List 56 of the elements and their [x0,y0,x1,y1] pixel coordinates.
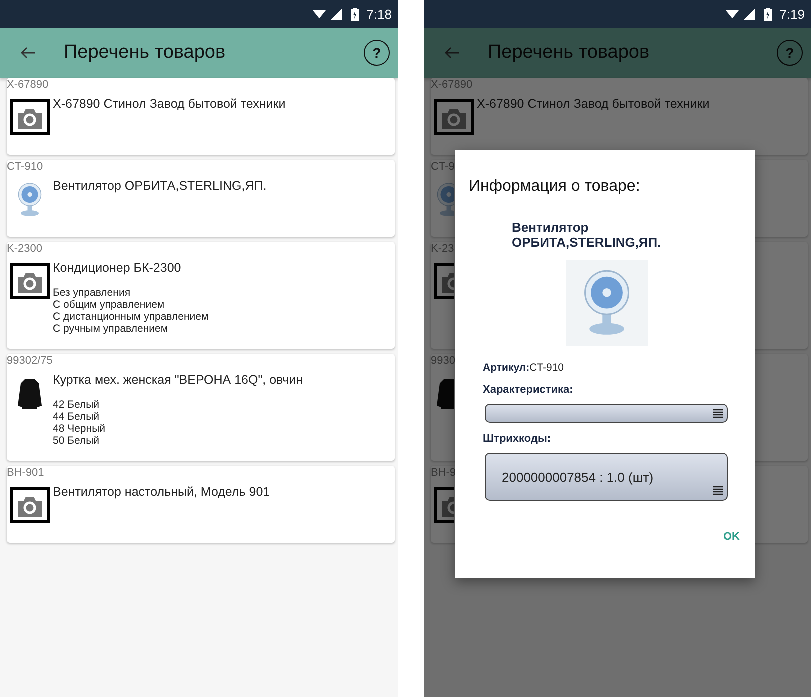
dialog-title: Информация о товаре: [469,178,640,196]
product-code: K-2300 [7,243,42,255]
barcodes-label: Штрихкоды: [483,433,552,445]
camera-icon [10,263,50,299]
product-code: X-67890 [431,79,473,91]
product-code: X-67890 [7,79,49,91]
product-name: Кондиционер БК-2300 [53,261,182,275]
variant-text: 50 Белый [53,435,101,447]
variant-text: Без управления [53,287,132,299]
product-card[interactable]: X-67890 X-67890 Стинол Завод бытовой техники [7,78,395,155]
screen-title: Перечень товаров [488,42,651,64]
variant-text: 42 Белый [53,399,101,411]
help-button[interactable]: ? [364,40,390,66]
product-code: 99302/75 [7,355,53,367]
product-card[interactable]: BH-901 Вентилятор настольный, Модель 901 [7,466,395,543]
product-name: X-67890 Стинол Завод бытовой техники [477,97,710,111]
barcode-dropdown[interactable]: 2000000007854 : 1.0 (шт) [485,453,728,501]
variant-text: 48 Черный [53,423,106,435]
variant-text: С общим управлением [53,299,166,311]
product-name: X-67890 Стинол Завод бытовой техники [53,97,286,111]
article-text: Артикул:CT-910 [483,362,564,374]
product-card[interactable]: K-2300 Кондиционер БК-2300 Без управления С общим управлением С дистанционным управлением С ручным управлением [7,242,395,349]
signal-icon [330,8,343,20]
camera-icon [10,99,50,135]
product-code: BH-9 [431,467,456,479]
barcode-value: 2000000007854 : 1.0 (шт) [502,470,654,484]
screen-title: Перечень товаров [64,42,227,64]
product-name: Вентилятор ОРБИТА,STERLING,ЯП. [53,179,267,193]
product-code: CT-9 [431,161,455,173]
product-name: Вентилятор настольный, Модель 901 [53,485,270,499]
product-card[interactable]: X-67890 X-67890 Стинол Завод бытовой техники [431,78,808,155]
clock-time: 7:19 [780,6,805,22]
product-card[interactable]: CT-910 Вентилятор ОРБИТА,STERLING,ЯП. [7,160,395,237]
characteristic-label: Характеристика: [483,384,574,396]
product-card[interactable]: 99302/75 Куртка мех. женская "ВЕРОНА 16Q", овчин 42 Белый 44 Белый 48 Черный 50 Белый [7,354,395,461]
variant-text: С дистанционным управлением [53,311,209,323]
variant-text: С ручным управлением [53,323,170,335]
battery-icon [350,8,359,20]
product-code: BH-901 [7,467,44,479]
product-code: CT-910 [7,161,44,173]
battery-icon [764,8,772,20]
camera-icon [434,99,474,135]
menu-icon [713,486,723,495]
product-name: Вентилятор ОРБИТА,STERLING,ЯП. [512,220,662,250]
product-code: 9930 [431,355,456,367]
clock-time: 7:18 [366,6,392,22]
back-arrow-icon[interactable] [20,45,36,61]
menu-icon [713,409,723,418]
wifi-icon [726,8,739,20]
signal-icon [742,8,756,20]
product-code: K-23 [431,243,454,255]
camera-icon [10,487,50,523]
wifi-icon [312,8,326,20]
characteristic-dropdown[interactable] [485,404,728,423]
product-name: Куртка мех. женская "ВЕРОНА 16Q", овчин [53,373,304,387]
variant-text: 44 Белый [53,411,101,423]
